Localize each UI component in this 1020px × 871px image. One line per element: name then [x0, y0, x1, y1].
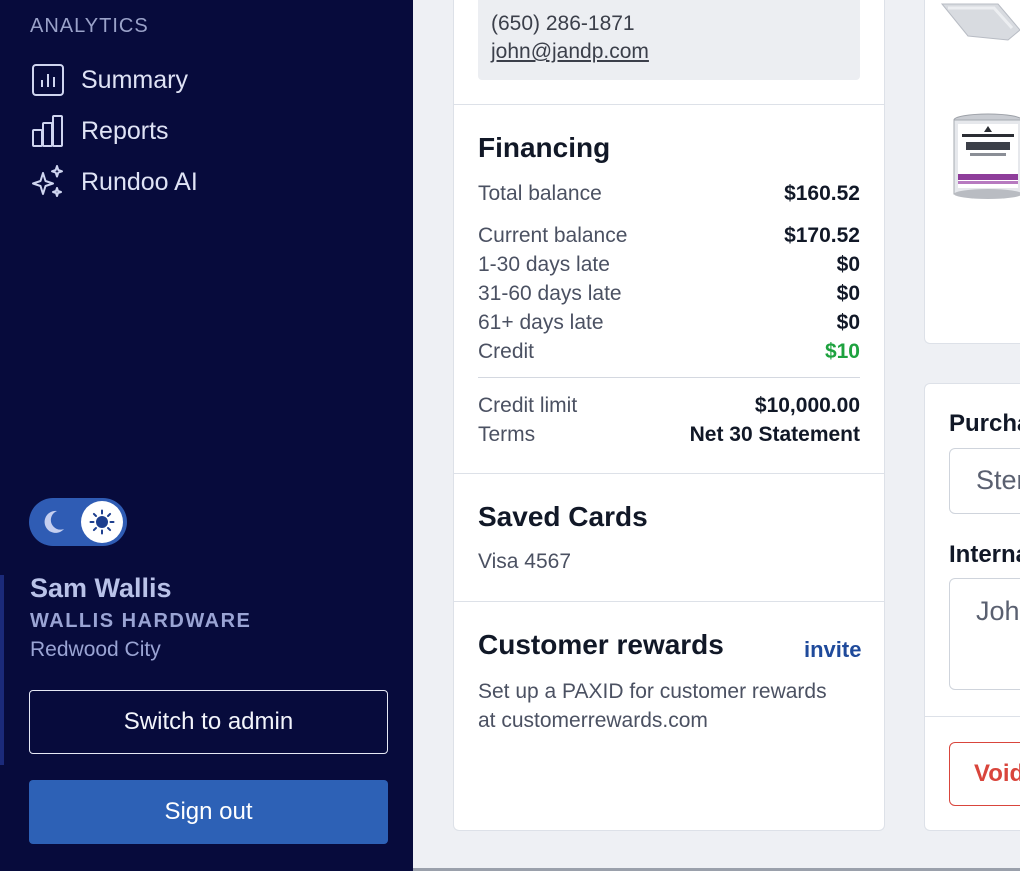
row-value: $0	[836, 253, 860, 276]
row-value: $10,000.00	[754, 394, 860, 417]
invite-link[interactable]: invite	[804, 637, 861, 663]
rewards-description: Set up a PAXID for customer rewards at c…	[478, 680, 827, 732]
internal-notes-label: Interna	[949, 541, 1020, 568]
row-value: $10	[824, 340, 860, 363]
sparkles-icon	[30, 164, 66, 200]
financing-row-total-balance: Total balance $160.52	[478, 182, 860, 206]
row-value: $0	[836, 282, 860, 305]
customer-rewards-title: Customer rewards	[478, 629, 724, 660]
sidebar-item-summary[interactable]: Summary	[30, 60, 188, 100]
theme-toggle[interactable]	[29, 498, 127, 546]
financing-row-current-balance: Current balance $170.52	[478, 224, 860, 248]
financing-row-terms: Terms Net 30 Statement	[478, 423, 860, 447]
financing-row-61-plus-late: 61+ days late $0	[478, 311, 860, 335]
product-image-top[interactable]	[938, 0, 1020, 42]
sidebar-item-rundoo-ai[interactable]: Rundoo AI	[30, 162, 198, 202]
row-label: Total balance	[478, 182, 602, 205]
row-label: 61+ days late	[478, 311, 604, 334]
switch-to-admin-button[interactable]: Switch to admin	[29, 690, 388, 754]
saved-card-item: Visa 4567	[478, 550, 572, 573]
sidebar-edge-highlight	[0, 575, 4, 765]
sidebar-item-label: Summary	[81, 65, 188, 94]
sidebar-item-reports[interactable]: Reports	[30, 111, 169, 151]
row-label: 1-30 days late	[478, 253, 610, 276]
section-divider	[454, 473, 884, 474]
row-value: $170.52	[784, 224, 860, 247]
financing-title: Financing	[478, 132, 611, 163]
financing-row-1-30-late: 1-30 days late $0	[478, 253, 860, 277]
sidebar: ANALYTICS Summary Reports Rundoo AI Sam …	[0, 0, 413, 871]
paint-can-product-image[interactable]	[952, 112, 1020, 200]
saved-cards-title: Saved Cards	[478, 501, 648, 532]
internal-notes-textarea[interactable]: Joh	[949, 578, 1020, 690]
row-label: Current balance	[478, 224, 628, 247]
row-label: 31-60 days late	[478, 282, 622, 305]
sun-icon	[81, 501, 123, 543]
section-divider	[454, 601, 884, 602]
customer-details-card: (650) 286-1871 john@jandp.com Financing …	[453, 0, 885, 831]
financing-row-credit-limit: Credit limit $10,000.00	[478, 394, 860, 418]
void-button[interactable]: Void	[949, 742, 1020, 806]
reports-icon	[30, 113, 66, 149]
moon-icon	[39, 508, 67, 536]
contact-info-box: (650) 286-1871 john@jandp.com	[478, 0, 860, 80]
row-label: Terms	[478, 423, 536, 446]
financing-row-credit: Credit $10	[478, 340, 860, 364]
purchase-order-label: Purcha	[949, 410, 1020, 437]
user-company: WALLIS HARDWARE	[30, 610, 252, 632]
sidebar-item-label: Reports	[81, 116, 169, 145]
user-name: Sam Wallis	[30, 573, 172, 603]
contact-phone: (650) 286-1871	[491, 12, 635, 35]
financing-row-31-60-late: 31-60 days late $0	[478, 282, 860, 306]
section-divider	[454, 104, 884, 105]
contact-email-link[interactable]: john@jandp.com	[491, 40, 649, 64]
bar-chart-icon	[30, 62, 66, 98]
sidebar-item-label: Rundoo AI	[81, 167, 198, 196]
row-value: $160.52	[784, 182, 860, 205]
cropped-contact-name	[515, 0, 635, 2]
row-label: Credit	[478, 340, 535, 363]
financing-divider	[478, 377, 860, 378]
row-value: $0	[836, 311, 860, 334]
sign-out-button[interactable]: Sign out	[29, 780, 388, 844]
user-city: Redwood City	[30, 638, 161, 661]
purchase-order-input[interactable]: Ster	[949, 448, 1020, 514]
section-divider	[925, 716, 1020, 717]
row-value: Net 30 Statement	[689, 423, 860, 446]
row-label: Credit limit	[478, 394, 578, 417]
analytics-section-label: ANALYTICS	[30, 15, 149, 37]
